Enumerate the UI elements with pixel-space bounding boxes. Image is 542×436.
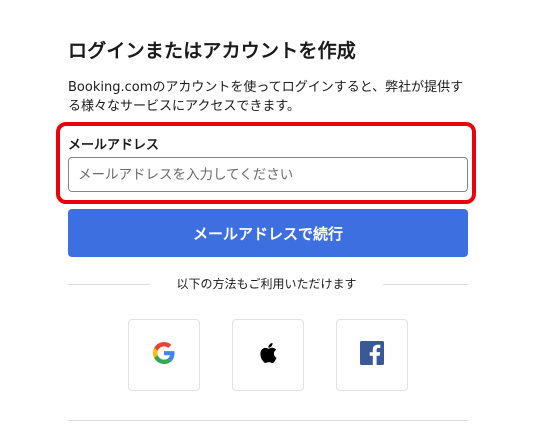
page-title: ログインまたはアカウントを作成	[68, 40, 357, 62]
bottom-divider	[68, 420, 468, 421]
apple-icon	[258, 342, 278, 368]
email-input[interactable]	[68, 157, 468, 192]
apple-signin-button[interactable]	[232, 319, 304, 391]
divider-line-left	[68, 284, 150, 285]
continue-with-email-button[interactable]: メールアドレスで続行	[68, 209, 468, 257]
google-icon	[153, 342, 175, 368]
google-signin-button[interactable]	[128, 319, 200, 391]
email-label: メールアドレス	[68, 138, 160, 153]
divider-text: 以下の方法もご利用いただけます	[176, 277, 357, 291]
facebook-signin-button[interactable]	[336, 319, 408, 391]
facebook-icon	[360, 341, 384, 369]
divider-line-right	[383, 284, 468, 285]
page-description: Booking.comのアカウントを使ってログインすると、弊社が提供する様々なサ…	[68, 80, 464, 114]
